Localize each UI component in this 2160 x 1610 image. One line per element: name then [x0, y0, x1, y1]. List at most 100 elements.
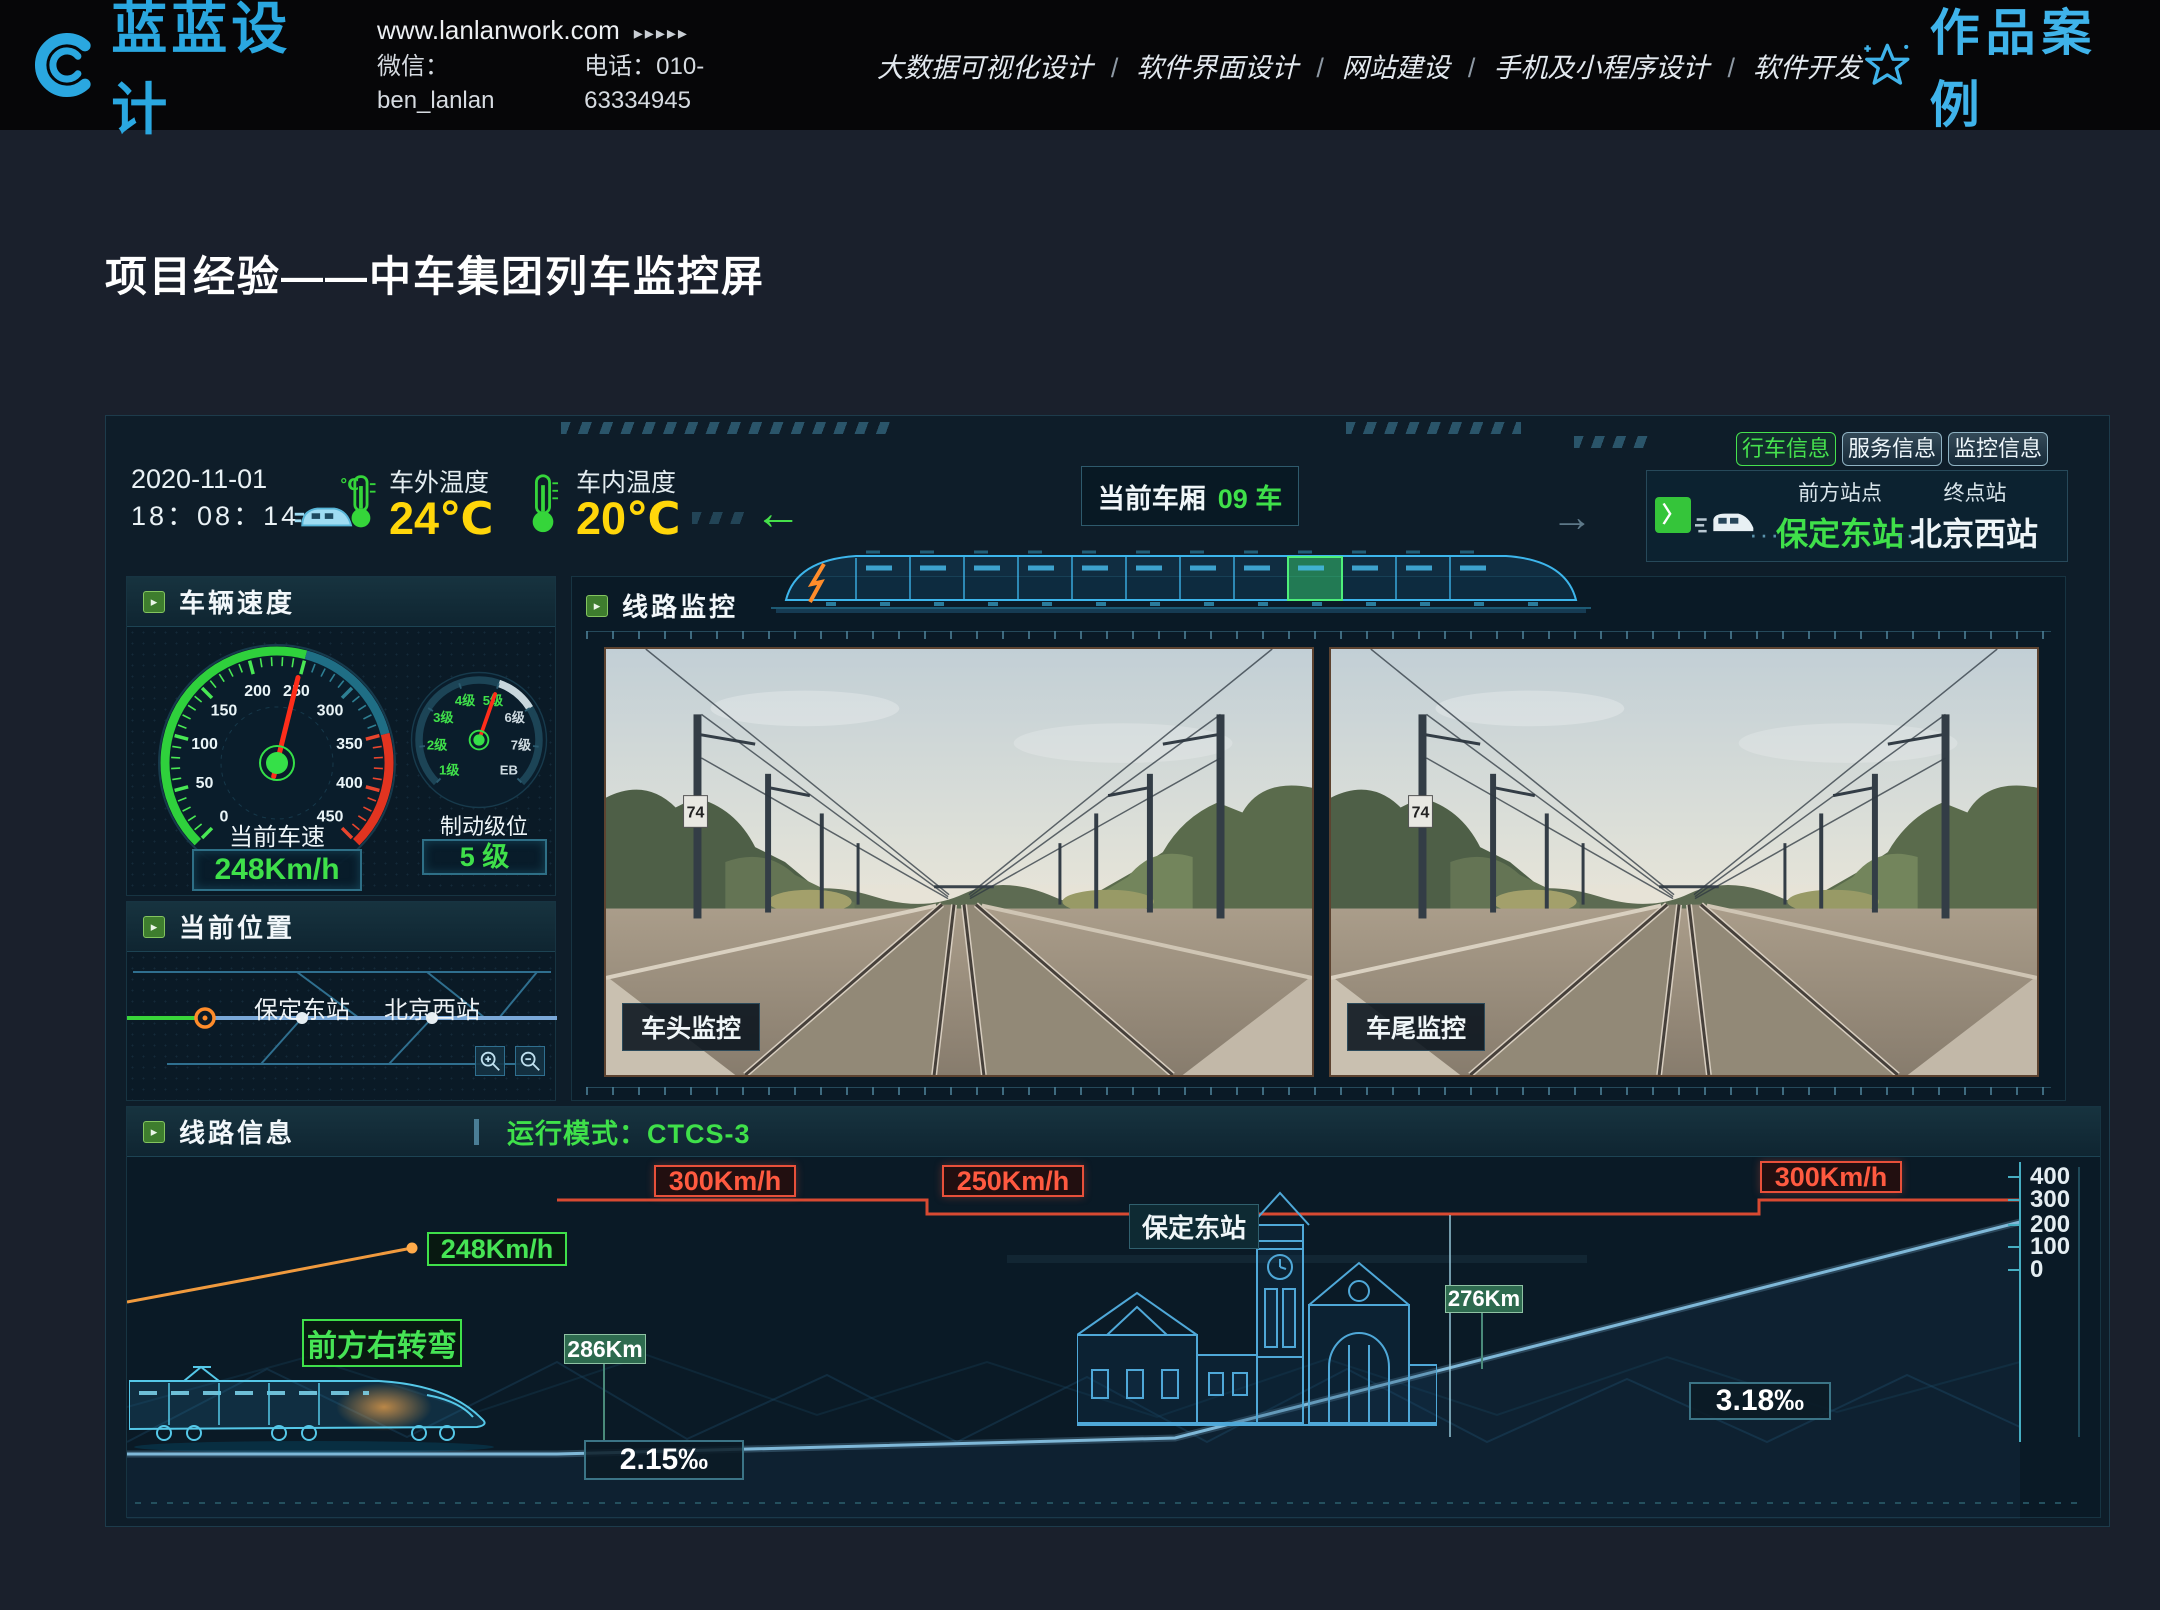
inside-temp-icon: [526, 472, 560, 534]
chart-current-speed: 248Km/h: [427, 1232, 567, 1266]
mini-train-icon: [1695, 509, 1755, 535]
svg-text:100: 100: [191, 736, 218, 753]
front-camera-view: 车头监控: [604, 647, 1314, 1077]
hazard-strip: [561, 422, 891, 434]
svg-text:1级: 1级: [439, 761, 460, 777]
portfolio-label: 作品案例: [1930, 0, 2126, 137]
wechat-info: 微信：ben_lanlan: [377, 50, 542, 118]
tab-service-info[interactable]: 服务信息: [1842, 432, 1942, 466]
inside-temp-value: 20℃: [576, 492, 681, 545]
page: 蓝蓝设计 www.lanlanwork.com ▸▸▸▸▸ 微信：ben_lanl…: [0, 0, 2160, 1610]
limit-box-1: 300Km/h: [654, 1165, 796, 1197]
rear-camera-label: 车尾监控: [1347, 1003, 1485, 1051]
nav-item[interactable]: 软件开发: [1709, 46, 1861, 85]
nav-item[interactable]: 网站建设: [1298, 46, 1450, 85]
chart-station-label: 保定东站: [1129, 1204, 1259, 1249]
train-dashboard: 2020-11-01 18：08：14 ℃ 车外温度 24℃ 车内温度 20℃: [105, 415, 2110, 1527]
svg-text:6级: 6级: [505, 709, 526, 725]
logo[interactable]: 蓝蓝设计: [34, 0, 322, 146]
front-camera-label: 车头监控: [622, 1003, 760, 1051]
site-url: www.lanlanwork.com: [377, 15, 620, 45]
route-panel-title: 线路信息: [179, 1113, 295, 1150]
map-station-a: 保定东站: [242, 990, 362, 1025]
site-header: 蓝蓝设计 www.lanlanwork.com▸▸▸▸▸ 微信：ben_lanl…: [0, 0, 2160, 130]
tab-monitor-info[interactable]: 监控信息: [1948, 432, 2048, 466]
speed-panel-title: 车辆速度: [179, 583, 295, 620]
km-marker-276: 276Km: [1445, 1285, 1523, 1313]
prev-carriage-arrow[interactable]: ←: [754, 490, 802, 538]
contact-info: www.lanlanwork.com ▸▸▸▸▸ 微信：ben_lanlan 电话…: [377, 13, 782, 118]
monitor-panel-title: 线路监控: [622, 587, 738, 624]
carriage-label: 当前车厢: [1098, 477, 1206, 516]
nav-item[interactable]: 手机及小程序设计: [1450, 46, 1710, 85]
next-station-value: 保定东站: [1765, 509, 1915, 555]
svg-text:300: 300: [317, 703, 344, 720]
datetime-display: 2020-11-01 18：08：14: [131, 461, 299, 535]
km-marker-286: 286Km: [564, 1334, 646, 1364]
line-monitor-panel: 线路监控 车头监控 车尾监控: [571, 576, 2066, 1101]
svg-text:200: 200: [244, 683, 271, 700]
train-side-art: [129, 1359, 497, 1454]
limit-box-3: 300Km/h: [1760, 1161, 1902, 1193]
zoom-out-icon: [518, 1049, 542, 1073]
svg-text:400: 400: [336, 775, 363, 792]
rear-camera-view: 车尾监控: [1329, 647, 2039, 1077]
current-speed-label: 当前车速: [197, 817, 357, 852]
nav-item[interactable]: 大数据可视化设计: [877, 46, 1093, 85]
turn-warning: 前方右转弯: [302, 1319, 462, 1367]
nav-item[interactable]: 软件界面设计: [1093, 46, 1299, 85]
current-carriage-box: 当前车厢 09 车: [1081, 466, 1299, 526]
next-station-label: 前方站点: [1780, 477, 1900, 507]
phone-info: 电话：010-63334945: [584, 50, 782, 118]
outside-temp-value: 24℃: [389, 492, 494, 545]
map-station-b: 北京西站: [372, 990, 492, 1025]
expand-chevron-button[interactable]: 〉: [1655, 497, 1691, 533]
speed-panel: 车辆速度 050100150200250300350400450 当前车速 24…: [126, 576, 556, 896]
stations-panel: 〉 ··· 前方站点 保定东站 ··· 终点站 北京西站: [1646, 470, 2068, 562]
route-map: [127, 952, 557, 1102]
next-carriage-arrow[interactable]: →: [1551, 496, 1593, 538]
lanlan-logo-icon: [34, 29, 97, 101]
hazard-strip: [1346, 422, 1521, 434]
zoom-out-button[interactable]: [515, 1046, 545, 1076]
svg-text:350: 350: [336, 736, 363, 753]
brake-level-gauge: 1级2级3级4级5级6级7级EB: [399, 665, 559, 815]
svg-text:4级: 4级: [455, 692, 476, 708]
svg-text:7级: 7级: [511, 736, 532, 752]
gradient-value-1: 2.15‰: [584, 1440, 744, 1480]
terminal-station-value: 北京西站: [1909, 509, 2039, 555]
zoom-in-button[interactable]: [475, 1046, 505, 1076]
panel-bullet-icon: [143, 1121, 165, 1143]
gradient-value-2: 3.18‰: [1689, 1382, 1831, 1420]
main-nav: 大数据可视化设计软件界面设计网站建设手机及小程序设计软件开发: [877, 46, 1861, 85]
date-text: 2020-11-01: [131, 461, 299, 498]
position-panel: 当前位置 保定东站 北京西站: [126, 901, 556, 1101]
svg-text:2级: 2级: [427, 736, 448, 752]
svg-text:3级: 3级: [433, 709, 454, 725]
time-text: 18：08：14: [131, 498, 299, 535]
page-title: 项目经验——中车集团列车监控屏: [105, 243, 765, 304]
brake-level-label: 制动级位: [419, 809, 549, 841]
limit-box-2: 250Km/h: [942, 1165, 1084, 1197]
terminal-station-label: 终点站: [1925, 477, 2025, 507]
panel-bullet-icon: [586, 595, 608, 617]
ruler-decoration: [586, 631, 2051, 639]
carriage-value: 09 车: [1218, 477, 1283, 516]
ruler-decoration: [586, 1087, 2051, 1095]
portfolio-link[interactable]: 作品案例: [1861, 0, 2126, 137]
svg-text:EB: EB: [500, 762, 518, 777]
hazard-strip: [1574, 436, 1654, 448]
tab-driving-info[interactable]: 行车信息: [1736, 432, 1836, 466]
brake-level-value: 5 级: [422, 839, 547, 875]
axis-tick-label: 300: [2030, 1186, 2070, 1214]
current-speed-value: 248Km/h: [192, 849, 362, 891]
svg-text:150: 150: [211, 703, 238, 720]
panel-bullet-icon: [143, 916, 165, 938]
active-carriage-highlight: [1288, 557, 1342, 600]
star-icon: [1861, 35, 1914, 95]
url-arrows-icon: ▸▸▸▸▸: [634, 23, 689, 43]
route-info-panel: 线路信息 运行模式：CTCS-3: [126, 1106, 2101, 1518]
zoom-in-icon: [478, 1049, 502, 1073]
speed-history-curve: [127, 1248, 412, 1302]
slash-decoration: [692, 512, 748, 524]
